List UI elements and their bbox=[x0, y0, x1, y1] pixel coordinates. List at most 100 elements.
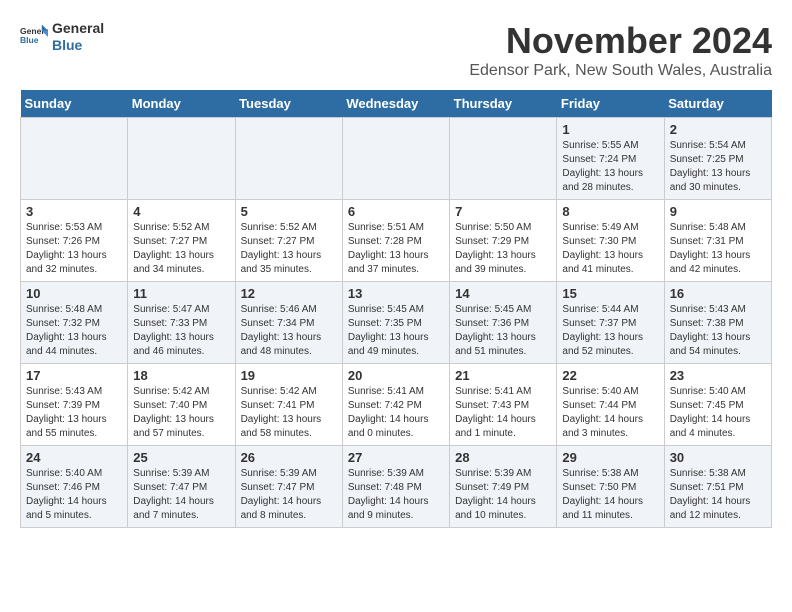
day-number: 13 bbox=[348, 286, 444, 301]
calendar-cell: 4 Sunrise: 5:52 AM Sunset: 7:27 PM Daylig… bbox=[128, 200, 235, 282]
day-info: Sunrise: 5:43 AM Sunset: 7:39 PM Dayligh… bbox=[26, 385, 122, 441]
calendar-week-5: 24 Sunrise: 5:40 AM Sunset: 7:46 PM Dayli… bbox=[21, 446, 772, 528]
day-info: Sunrise: 5:54 AM Sunset: 7:25 PM Dayligh… bbox=[670, 139, 766, 195]
calendar-cell: 26 Sunrise: 5:39 AM Sunset: 7:47 PM Dayli… bbox=[235, 446, 342, 528]
logo-icon: General Blue bbox=[20, 23, 48, 51]
calendar-cell bbox=[342, 118, 449, 200]
day-number: 4 bbox=[133, 204, 229, 219]
weekday-header-thursday: Thursday bbox=[450, 90, 557, 118]
weekday-header-friday: Friday bbox=[557, 90, 664, 118]
day-number: 20 bbox=[348, 368, 444, 383]
day-number: 19 bbox=[241, 368, 337, 383]
day-info: Sunrise: 5:47 AM Sunset: 7:33 PM Dayligh… bbox=[133, 303, 229, 359]
calendar-cell: 17 Sunrise: 5:43 AM Sunset: 7:39 PM Dayli… bbox=[21, 364, 128, 446]
title-area: November 2024 Edensor Park, New South Wa… bbox=[469, 20, 772, 80]
calendar-cell: 13 Sunrise: 5:45 AM Sunset: 7:35 PM Dayli… bbox=[342, 282, 449, 364]
day-number: 24 bbox=[26, 450, 122, 465]
calendar-cell: 27Sunrise: 5:39 AM Sunset: 7:48 PM Dayli… bbox=[342, 446, 449, 528]
day-number: 30 bbox=[670, 450, 766, 465]
calendar-cell bbox=[21, 118, 128, 200]
day-number: 6 bbox=[348, 204, 444, 219]
day-info: Sunrise: 5:50 AM Sunset: 7:29 PM Dayligh… bbox=[455, 221, 551, 277]
calendar-week-2: 3Sunrise: 5:53 AM Sunset: 7:26 PM Daylig… bbox=[21, 200, 772, 282]
day-number: 26 bbox=[241, 450, 337, 465]
day-number: 9 bbox=[670, 204, 766, 219]
calendar-cell: 25Sunrise: 5:39 AM Sunset: 7:47 PM Dayli… bbox=[128, 446, 235, 528]
calendar-cell: 30Sunrise: 5:38 AM Sunset: 7:51 PM Dayli… bbox=[664, 446, 771, 528]
calendar-cell: 6 Sunrise: 5:51 AM Sunset: 7:28 PM Daylig… bbox=[342, 200, 449, 282]
day-info: Sunrise: 5:40 AM Sunset: 7:46 PM Dayligh… bbox=[26, 467, 122, 523]
day-number: 21 bbox=[455, 368, 551, 383]
day-info: Sunrise: 5:42 AM Sunset: 7:41 PM Dayligh… bbox=[241, 385, 337, 441]
day-number: 22 bbox=[562, 368, 658, 383]
weekday-header-sunday: Sunday bbox=[21, 90, 128, 118]
location-subtitle: Edensor Park, New South Wales, Australia bbox=[469, 62, 772, 80]
calendar-cell: 2 Sunrise: 5:54 AM Sunset: 7:25 PM Daylig… bbox=[664, 118, 771, 200]
day-info: Sunrise: 5:46 AM Sunset: 7:34 PM Dayligh… bbox=[241, 303, 337, 359]
day-number: 14 bbox=[455, 286, 551, 301]
calendar-cell bbox=[235, 118, 342, 200]
calendar-cell: 12Sunrise: 5:46 AM Sunset: 7:34 PM Dayli… bbox=[235, 282, 342, 364]
day-info: Sunrise: 5:39 AM Sunset: 7:47 PM Dayligh… bbox=[241, 467, 337, 523]
calendar-cell: 20 Sunrise: 5:41 AM Sunset: 7:42 PM Dayli… bbox=[342, 364, 449, 446]
day-info: Sunrise: 5:52 AM Sunset: 7:27 PM Dayligh… bbox=[133, 221, 229, 277]
day-info: Sunrise: 5:44 AM Sunset: 7:37 PM Dayligh… bbox=[562, 303, 658, 359]
calendar-cell: 8Sunrise: 5:49 AM Sunset: 7:30 PM Daylig… bbox=[557, 200, 664, 282]
day-info: Sunrise: 5:38 AM Sunset: 7:50 PM Dayligh… bbox=[562, 467, 658, 523]
weekday-header-row: SundayMondayTuesdayWednesdayThursdayFrid… bbox=[21, 90, 772, 118]
day-info: Sunrise: 5:43 AM Sunset: 7:38 PM Dayligh… bbox=[670, 303, 766, 359]
calendar-week-1: 1 Sunrise: 5:55 AM Sunset: 7:24 PM Daylig… bbox=[21, 118, 772, 200]
calendar-body: 1 Sunrise: 5:55 AM Sunset: 7:24 PM Daylig… bbox=[21, 118, 772, 528]
calendar-header: SundayMondayTuesdayWednesdayThursdayFrid… bbox=[21, 90, 772, 118]
calendar-cell: 9 Sunrise: 5:48 AM Sunset: 7:31 PM Daylig… bbox=[664, 200, 771, 282]
calendar-cell: 19 Sunrise: 5:42 AM Sunset: 7:41 PM Dayli… bbox=[235, 364, 342, 446]
logo: General Blue General Blue bbox=[20, 20, 104, 54]
day-number: 16 bbox=[670, 286, 766, 301]
calendar-cell: 14 Sunrise: 5:45 AM Sunset: 7:36 PM Dayli… bbox=[450, 282, 557, 364]
weekday-header-saturday: Saturday bbox=[664, 90, 771, 118]
day-number: 23 bbox=[670, 368, 766, 383]
day-number: 11 bbox=[133, 286, 229, 301]
day-number: 29 bbox=[562, 450, 658, 465]
calendar-cell: 23 Sunrise: 5:40 AM Sunset: 7:45 PM Dayli… bbox=[664, 364, 771, 446]
calendar-cell: 5Sunrise: 5:52 AM Sunset: 7:27 PM Daylig… bbox=[235, 200, 342, 282]
day-number: 1 bbox=[562, 122, 658, 137]
calendar-cell bbox=[128, 118, 235, 200]
calendar-cell: 15Sunrise: 5:44 AM Sunset: 7:37 PM Dayli… bbox=[557, 282, 664, 364]
day-info: Sunrise: 5:40 AM Sunset: 7:45 PM Dayligh… bbox=[670, 385, 766, 441]
calendar-cell: 18 Sunrise: 5:42 AM Sunset: 7:40 PM Dayli… bbox=[128, 364, 235, 446]
calendar-week-3: 10Sunrise: 5:48 AM Sunset: 7:32 PM Dayli… bbox=[21, 282, 772, 364]
day-info: Sunrise: 5:39 AM Sunset: 7:47 PM Dayligh… bbox=[133, 467, 229, 523]
calendar-week-4: 17 Sunrise: 5:43 AM Sunset: 7:39 PM Dayli… bbox=[21, 364, 772, 446]
calendar-cell: 3Sunrise: 5:53 AM Sunset: 7:26 PM Daylig… bbox=[21, 200, 128, 282]
day-number: 5 bbox=[241, 204, 337, 219]
calendar-cell: 29 Sunrise: 5:38 AM Sunset: 7:50 PM Dayli… bbox=[557, 446, 664, 528]
day-info: Sunrise: 5:51 AM Sunset: 7:28 PM Dayligh… bbox=[348, 221, 444, 277]
logo-blue-text: Blue bbox=[52, 37, 104, 54]
day-info: Sunrise: 5:42 AM Sunset: 7:40 PM Dayligh… bbox=[133, 385, 229, 441]
day-number: 2 bbox=[670, 122, 766, 137]
calendar-cell: 7 Sunrise: 5:50 AM Sunset: 7:29 PM Daylig… bbox=[450, 200, 557, 282]
day-number: 7 bbox=[455, 204, 551, 219]
day-info: Sunrise: 5:45 AM Sunset: 7:36 PM Dayligh… bbox=[455, 303, 551, 359]
day-info: Sunrise: 5:53 AM Sunset: 7:26 PM Dayligh… bbox=[26, 221, 122, 277]
calendar-cell: 11 Sunrise: 5:47 AM Sunset: 7:33 PM Dayli… bbox=[128, 282, 235, 364]
day-number: 17 bbox=[26, 368, 122, 383]
calendar-cell bbox=[450, 118, 557, 200]
day-info: Sunrise: 5:45 AM Sunset: 7:35 PM Dayligh… bbox=[348, 303, 444, 359]
day-number: 8 bbox=[562, 204, 658, 219]
calendar-cell: 21Sunrise: 5:41 AM Sunset: 7:43 PM Dayli… bbox=[450, 364, 557, 446]
day-info: Sunrise: 5:39 AM Sunset: 7:49 PM Dayligh… bbox=[455, 467, 551, 523]
calendar-table: SundayMondayTuesdayWednesdayThursdayFrid… bbox=[20, 90, 772, 528]
day-info: Sunrise: 5:55 AM Sunset: 7:24 PM Dayligh… bbox=[562, 139, 658, 195]
weekday-header-tuesday: Tuesday bbox=[235, 90, 342, 118]
calendar-cell: 16 Sunrise: 5:43 AM Sunset: 7:38 PM Dayli… bbox=[664, 282, 771, 364]
calendar-cell: 1 Sunrise: 5:55 AM Sunset: 7:24 PM Daylig… bbox=[557, 118, 664, 200]
calendar-cell: 28Sunrise: 5:39 AM Sunset: 7:49 PM Dayli… bbox=[450, 446, 557, 528]
day-info: Sunrise: 5:48 AM Sunset: 7:31 PM Dayligh… bbox=[670, 221, 766, 277]
day-info: Sunrise: 5:41 AM Sunset: 7:42 PM Dayligh… bbox=[348, 385, 444, 441]
day-info: Sunrise: 5:40 AM Sunset: 7:44 PM Dayligh… bbox=[562, 385, 658, 441]
day-number: 18 bbox=[133, 368, 229, 383]
calendar-cell: 10Sunrise: 5:48 AM Sunset: 7:32 PM Dayli… bbox=[21, 282, 128, 364]
day-info: Sunrise: 5:39 AM Sunset: 7:48 PM Dayligh… bbox=[348, 467, 444, 523]
